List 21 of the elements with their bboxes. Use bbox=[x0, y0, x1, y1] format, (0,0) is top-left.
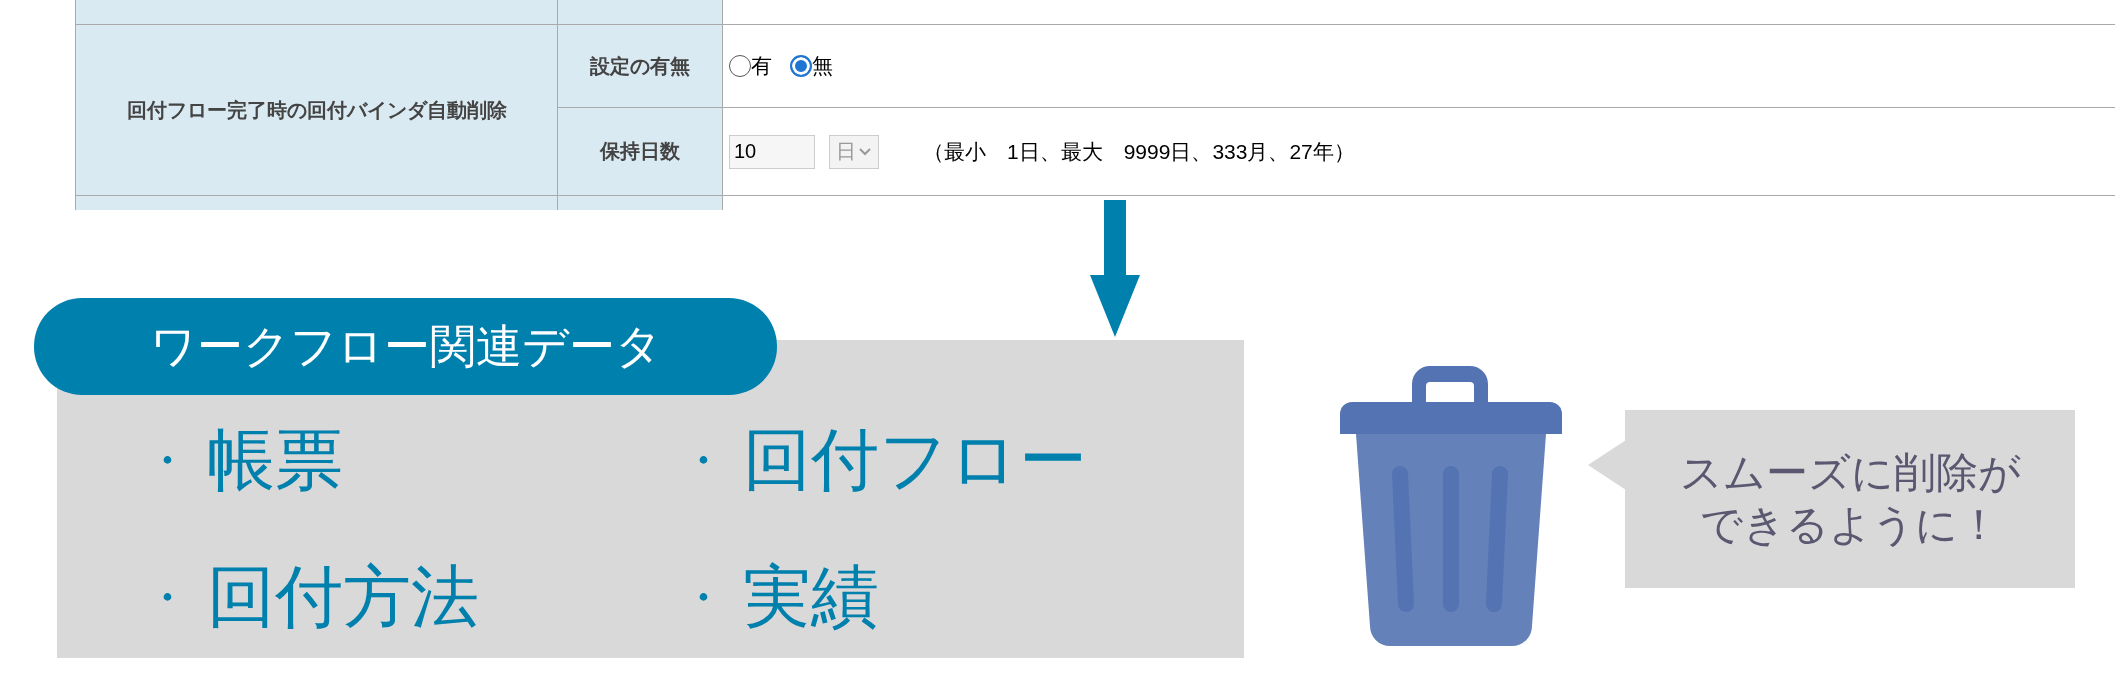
chevron-icon bbox=[858, 146, 872, 157]
bullet: ・ bbox=[147, 574, 187, 621]
data-item: 帳票 bbox=[207, 420, 343, 499]
bullet: ・ bbox=[683, 574, 723, 621]
radio-button[interactable] bbox=[790, 55, 812, 77]
down-arrow-icon bbox=[1090, 200, 1140, 337]
radio-label: 有 bbox=[751, 53, 772, 79]
range-note: （最小 1日、最大 9999日、333月、27年） bbox=[923, 138, 1355, 165]
callout-line: スムーズに削除が bbox=[1679, 447, 2021, 498]
field-label: 保持日数 bbox=[558, 108, 723, 196]
bullet: ・ bbox=[147, 437, 187, 484]
box-title: ワークフロー関連データ bbox=[34, 298, 777, 395]
field-label: 設定の有無 bbox=[558, 25, 723, 108]
bullet: ・ bbox=[683, 437, 723, 484]
radio-label: 無 bbox=[812, 53, 833, 79]
data-item: 回付方法 bbox=[207, 557, 479, 636]
data-item: 回付フロー bbox=[743, 420, 1087, 499]
data-item: 実績 bbox=[743, 557, 879, 636]
setting-label: 回付フロー完了時の回付バインダ自動削除 bbox=[76, 25, 558, 196]
callout-line: できるように！ bbox=[1700, 500, 2000, 550]
input-field[interactable]: 10 bbox=[729, 134, 815, 169]
